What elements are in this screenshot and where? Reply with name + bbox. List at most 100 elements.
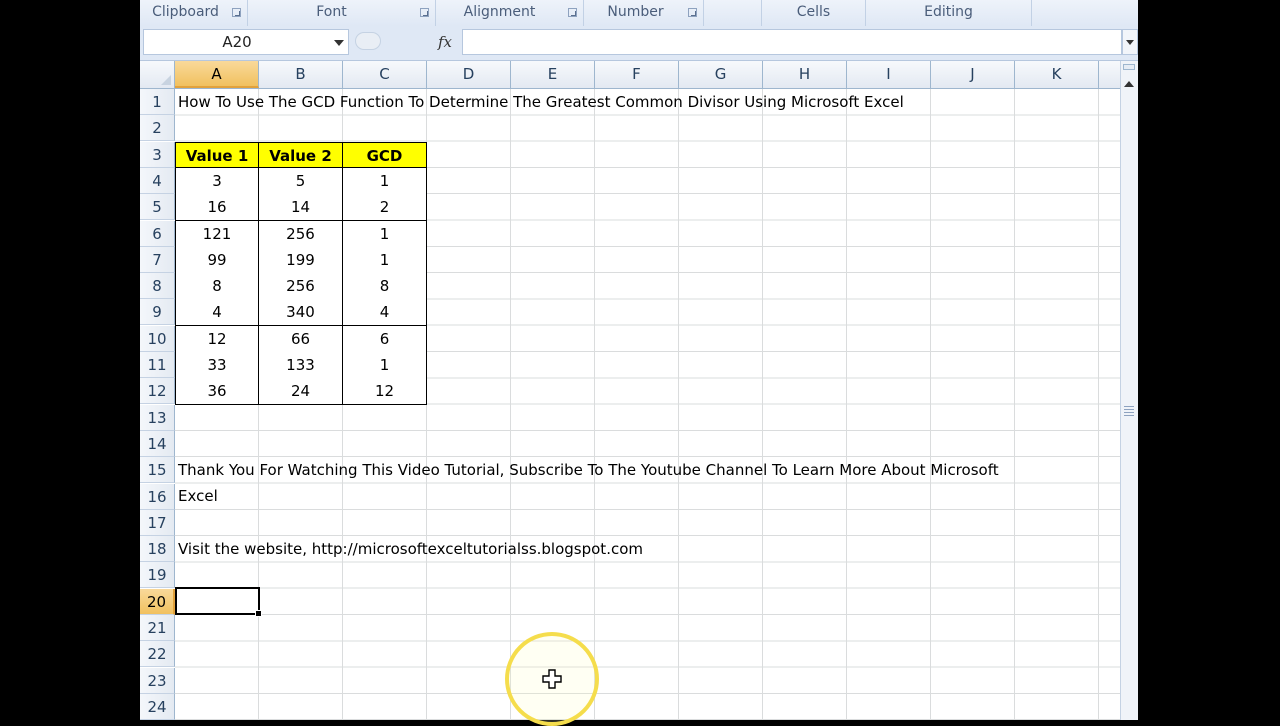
row-header-23[interactable]: 23 [140,668,175,694]
row-header-10[interactable]: 10 [140,326,175,352]
table-cell[interactable]: 12 [343,378,427,405]
table-cell[interactable]: 66 [259,326,343,353]
dialog-launcher-icon[interactable] [568,8,577,17]
row-header-16[interactable]: 16 [140,484,175,510]
row-header-4[interactable]: 4 [140,168,175,194]
table-cell[interactable]: 133 [259,352,343,379]
row-header-24[interactable]: 24 [140,694,175,720]
ribbon-group-label: Editing [924,4,973,20]
column-header-b[interactable]: B [259,61,343,88]
active-cell-a20[interactable] [175,587,262,617]
ribbon-group-label: Clipboard [152,4,219,20]
row-header-1[interactable]: 1 [140,89,175,115]
table-cell[interactable]: 340 [259,299,343,326]
formula-bar-resize-handle[interactable] [353,31,383,53]
table-cell[interactable]: 14 [259,194,343,221]
row-header-22[interactable]: 22 [140,641,175,667]
row-header-11[interactable]: 11 [140,352,175,378]
expand-formula-bar-button[interactable] [1122,29,1138,55]
column-header-a[interactable]: A [175,61,259,88]
cell-a18[interactable]: Visit the website, http://microsoftexcel… [175,536,643,562]
table-header-cell[interactable]: GCD [343,142,427,168]
cell-a16[interactable]: Excel [175,483,218,509]
row-header-2[interactable]: 2 [140,115,175,141]
row-header-6[interactable]: 6 [140,221,175,247]
ribbon-group-cells[interactable]: Cells [762,0,866,26]
column-header-c[interactable]: C [343,61,427,88]
dialog-launcher-icon[interactable] [420,8,429,17]
row-header-17[interactable]: 17 [140,510,175,536]
table-cell[interactable]: 3 [175,168,259,195]
table-cell[interactable]: 1 [343,352,427,379]
table-cell[interactable]: 4 [343,299,427,326]
table-cell[interactable]: 33 [175,352,259,379]
table-cell[interactable]: 36 [175,378,259,405]
table-cell[interactable]: 6 [343,326,427,353]
worksheet-grid: ABCDEFGHIJK 1 2 3 4 5 6 7 8 9 10 11 12 13 14 15 16 17 18 1… [140,61,1120,720]
split-box[interactable] [1123,64,1135,70]
column-header-i[interactable]: I [847,61,931,88]
select-all-button[interactable] [140,61,175,88]
row-header-13[interactable]: 13 [140,405,175,431]
row-header-5[interactable]: 5 [140,194,175,220]
scroll-thumb-grip[interactable] [1124,406,1134,418]
row-header-7[interactable]: 7 [140,247,175,273]
chevron-down-icon[interactable] [334,40,344,46]
dialog-launcher-icon[interactable] [232,8,241,17]
vertical-scrollbar[interactable] [1120,61,1138,720]
column-header-k[interactable]: K [1015,61,1099,88]
table-cell[interactable]: 256 [259,221,343,248]
name-box[interactable]: A20 [143,29,349,55]
table-cell[interactable]: 1 [343,221,427,248]
table-header-cell[interactable]: Value 1 [175,142,259,168]
formula-input[interactable] [462,29,1122,55]
column-header-h[interactable]: H [763,61,847,88]
ribbon-group-editing[interactable]: Editing [866,0,1032,26]
column-header-e[interactable]: E [511,61,595,88]
table-cell[interactable]: 12 [175,326,259,353]
cell-area[interactable]: How To Use The GCD Function To Determine… [175,89,1120,720]
row-header-8[interactable]: 8 [140,273,175,299]
table-header-cell[interactable]: Value 2 [259,142,343,168]
scroll-up-arrow-icon[interactable] [1124,81,1134,87]
insert-function-icon[interactable]: fx [430,30,460,54]
row-header-15[interactable]: 15 [140,457,175,483]
column-header-d[interactable]: D [427,61,511,88]
cell-a15[interactable]: Thank You For Watching This Video Tutori… [175,457,999,483]
table-cell[interactable]: 5 [259,168,343,195]
table-cell[interactable]: 24 [259,378,343,405]
table-cell[interactable]: 8 [343,273,427,300]
ribbon-group-label: Font [316,4,347,20]
row-header-3[interactable]: 3 [140,142,175,168]
row-header-9[interactable]: 9 [140,299,175,325]
table-cell[interactable]: 16 [175,194,259,221]
ribbon-group-font[interactable]: Font [248,0,436,26]
row-header-21[interactable]: 21 [140,615,175,641]
column-header-f[interactable]: F [595,61,679,88]
table-cell[interactable]: 1 [343,247,427,274]
table-cell[interactable]: 99 [175,247,259,274]
table-cell[interactable]: 8 [175,273,259,300]
table-cell[interactable]: 4 [175,299,259,326]
row-header-20[interactable]: 20 [140,589,175,615]
ribbon-group-number[interactable]: Number [584,0,704,26]
table-cell[interactable]: 199 [259,247,343,274]
row-header-18[interactable]: 18 [140,536,175,562]
ribbon-group-alignment[interactable]: Alignment [436,0,584,26]
row-header-19[interactable]: 19 [140,562,175,588]
table-cell[interactable]: 1 [343,168,427,195]
column-header-g[interactable]: G [679,61,763,88]
table-cell[interactable]: 256 [259,273,343,300]
row-header-12[interactable]: 12 [140,378,175,404]
ribbon-group-label: Cells [796,4,831,20]
table-cell[interactable]: 2 [343,194,427,221]
ribbon-group-blank [704,0,762,26]
ribbon-group-labels: Clipboard Font Alignment Number Cells Ed… [140,0,1138,27]
dialog-launcher-icon[interactable] [688,8,697,17]
table-cell[interactable]: 121 [175,221,259,248]
ribbon-group-clipboard[interactable]: Clipboard [140,0,248,26]
column-header-j[interactable]: J [931,61,1015,88]
row-header-14[interactable]: 14 [140,431,175,457]
cell-a1[interactable]: How To Use The GCD Function To Determine… [175,89,904,115]
formula-bar: A20 fx [140,26,1138,61]
